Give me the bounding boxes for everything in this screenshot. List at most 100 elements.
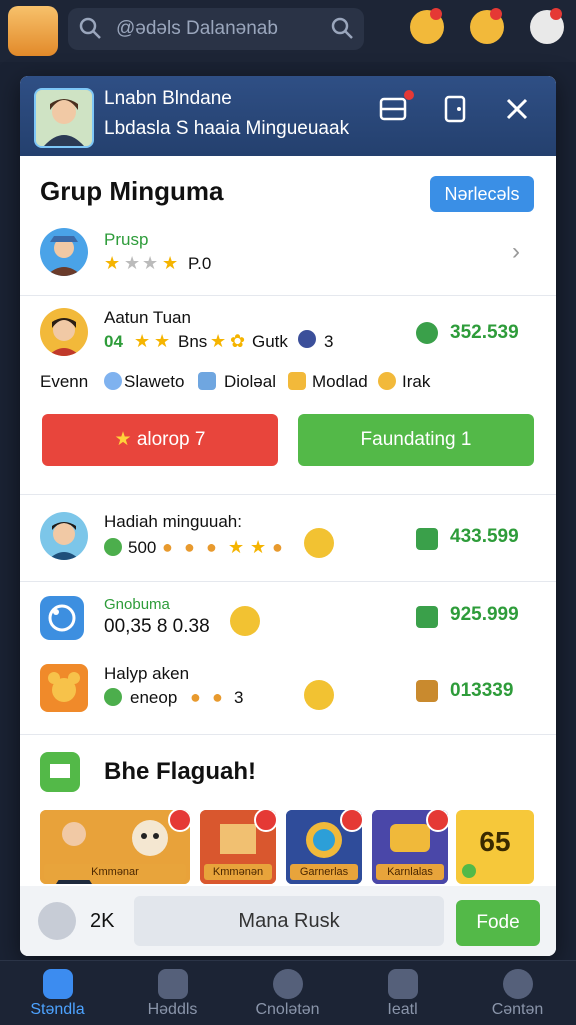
- crate-icon: [416, 680, 438, 702]
- user-icon: [502, 969, 533, 999]
- shield-icon: [298, 330, 316, 348]
- notification-dot: [404, 90, 414, 100]
- notification-dot: [254, 810, 276, 832]
- gold-badge-icon: [304, 680, 334, 710]
- nav-label: Cnolətən: [255, 1001, 320, 1018]
- reward-title: Halyp aken: [104, 664, 190, 683]
- member-avatar: [40, 308, 88, 356]
- notification-dot: [340, 810, 362, 832]
- coin-icon: ●: [212, 687, 223, 707]
- tag-icon: [288, 372, 306, 390]
- gold-badge-icon: [230, 606, 260, 636]
- gear-icon[interactable]: [38, 902, 76, 940]
- reward-avatar: [40, 512, 88, 560]
- star-icon: ★: [154, 331, 171, 351]
- star-icon: ★: [210, 331, 227, 351]
- search-bar[interactable]: @ədəls Dalanənab: [68, 8, 364, 50]
- reward-sub: 500: [128, 538, 157, 557]
- reward-value: 013339: [450, 680, 514, 701]
- chevron-right-icon[interactable]: ›: [512, 238, 520, 266]
- home-icon: [42, 969, 73, 999]
- section-title: Bhe Flaguah!: [104, 758, 257, 785]
- submit-button[interactable]: Fode: [456, 900, 540, 946]
- tile-card[interactable]: 65: [456, 810, 534, 884]
- close-icon[interactable]: [500, 92, 534, 126]
- reward-value: 433.599: [450, 526, 519, 547]
- status-dot: [462, 864, 476, 878]
- nav-item-4[interactable]: Ieatl: [345, 961, 460, 1025]
- nav-label: Ieatl: [387, 1001, 418, 1018]
- group-icon: [40, 228, 88, 276]
- star-icon: ★: [134, 331, 151, 351]
- tile-card[interactable]: Karnlalas: [372, 810, 448, 884]
- divider: [20, 581, 556, 582]
- coin-icon: ●: [272, 537, 283, 557]
- nav-item-5[interactable]: Cəntən: [460, 961, 575, 1025]
- notification-dot: [550, 8, 562, 20]
- tag-icon: [378, 372, 396, 390]
- reward-sub-count: 3: [234, 688, 244, 707]
- member-name: Aatun Tuan: [104, 308, 191, 327]
- join-button[interactable]: Nərlecəls: [430, 176, 534, 212]
- header-subtitle: Lbdasla S haaia Mingueuaak: [104, 118, 350, 139]
- reward-sub: 00,35 8 0.38: [104, 616, 210, 637]
- red-action-button[interactable]: ★ alorop 7: [42, 414, 278, 466]
- nav-item-home[interactable]: Stəndla: [0, 961, 115, 1025]
- coin-icon: ●: [184, 537, 195, 557]
- group-modal: Lnabn Blndane Lbdasla S haaia Mingueuaak…: [20, 76, 556, 956]
- search-text: @ədəls Dalanənab: [116, 18, 278, 39]
- nav-item-3[interactable]: Cnolətən: [230, 961, 345, 1025]
- divider: [20, 734, 556, 735]
- tag-icon: [198, 372, 216, 390]
- gold-badge-icon: [304, 528, 334, 558]
- shield-icon: [157, 969, 188, 999]
- member-level: 04: [104, 332, 123, 351]
- notification-dot: [168, 810, 190, 832]
- name-input[interactable]: Mana Rusk: [134, 896, 444, 946]
- star-icon: ★: [228, 537, 245, 557]
- modal-footer: 2K Mana Rusk Fode: [20, 886, 556, 956]
- tile-card[interactable]: Garnerlas: [286, 810, 362, 884]
- tag-label: Slaweto: [124, 372, 185, 391]
- divider: [20, 295, 556, 296]
- tile-caption: Kmmənar: [44, 864, 186, 880]
- gem-icon: [104, 688, 122, 706]
- gem-icon: [104, 538, 122, 556]
- header-title: Lnabn Blndane: [104, 88, 232, 109]
- nav-label: Həddls: [147, 1001, 198, 1018]
- notification-dot: [490, 8, 502, 20]
- star-icon: ★: [250, 537, 267, 557]
- crate-icon: [416, 606, 438, 628]
- flag-icon: [40, 752, 80, 792]
- timer-icon: [40, 596, 84, 640]
- profile-avatar[interactable]: [8, 6, 58, 56]
- tile-caption: Garnerlas: [290, 864, 358, 880]
- cash-icon: [416, 322, 438, 344]
- tile-card[interactable]: Kmmənən: [200, 810, 276, 884]
- tag-label: Irak: [402, 372, 431, 391]
- group-rating: P.0: [188, 254, 212, 273]
- search-icon[interactable]: [330, 16, 354, 40]
- nav-item-2[interactable]: Həddls: [115, 961, 230, 1025]
- member-stat-1: Bns: [178, 332, 208, 351]
- notification-dot: [430, 8, 442, 20]
- mail-icon: [387, 969, 418, 999]
- tag-label: Evenn: [40, 372, 89, 391]
- tag-label: Modlad: [312, 372, 368, 391]
- tag-icon: [104, 372, 122, 390]
- reward-value: 925.999: [450, 604, 519, 625]
- bear-icon: [40, 664, 88, 712]
- group-name: Prusp: [104, 230, 149, 249]
- tile-number: 65: [479, 826, 511, 857]
- tile-card[interactable]: Kmmənar: [40, 810, 190, 884]
- coin-icon: ●: [162, 537, 173, 557]
- member-stat-3: 3: [324, 332, 334, 351]
- green-action-button[interactable]: Faundating 1: [298, 414, 534, 466]
- exit-icon[interactable]: [438, 92, 472, 126]
- notification-dot: [426, 810, 448, 832]
- tile-caption: Karnlalas: [376, 864, 444, 880]
- crate-icon: [416, 528, 438, 550]
- star-icon: ★: [142, 253, 159, 273]
- red-button-label: alorop 7: [136, 429, 206, 450]
- nav-label: Stəndla: [30, 1001, 85, 1018]
